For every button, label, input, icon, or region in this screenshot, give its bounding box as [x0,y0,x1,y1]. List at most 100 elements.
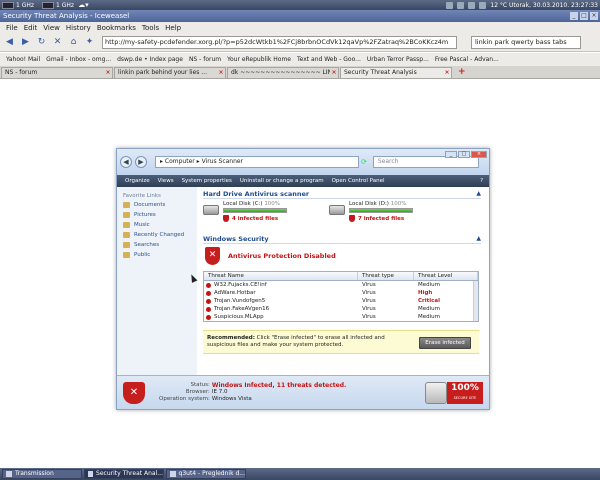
sidebar-item-music[interactable]: Music [123,222,197,228]
back-arrow-icon[interactable]: ◀ [120,156,132,168]
close-tab-icon[interactable]: × [443,68,451,78]
refresh-icon[interactable]: ⟳ [361,158,367,166]
threats-table: Threat Name Threat type Threat Level W32… [203,271,479,322]
tab[interactable]: dk ~~~~~~~~~~~~~~~~ LIN... × [227,67,339,78]
warning-shield-icon [349,215,355,222]
bookmark-item[interactable]: Gmail - Inbox - omg... [46,56,111,63]
sidebar-item-public[interactable]: Public [123,252,197,258]
favorite-links-pane: Favorite Links Documents Pictures Music … [117,187,197,375]
views-menu[interactable]: Views [158,178,174,184]
folder-icon [123,222,130,228]
maximize-button[interactable]: □ [458,151,470,158]
menu-edit[interactable]: Edit [24,24,38,32]
tray-icon[interactable] [457,1,465,9]
window-titlebar[interactable]: Security Threat Analysis - Iceweasel _ □… [0,10,600,22]
bookmark-item[interactable]: Yahoo! Mail [6,56,40,63]
table-row[interactable]: Trojan.Vundofgen5 Virus Critical [204,297,472,305]
table-row[interactable]: W32.Fujacks.CE!inf Virus Medium [204,281,472,289]
collapse-icon[interactable]: ▲ [476,189,481,198]
new-tab-icon[interactable]: + [458,67,466,78]
organize-menu[interactable]: Organize [125,178,150,184]
close-tab-icon[interactable]: × [217,68,225,78]
badge-percent: 100% [451,382,479,393]
status-panel: ✕ Status: Browser: Operation system: Win… [117,375,489,409]
recommendation-banner: Recommended: Click "Erase infected" to e… [203,330,479,354]
weather-icon[interactable]: ☁▾ [78,1,89,9]
system-properties-button[interactable]: System properties [182,178,232,184]
bookmark-icon[interactable]: ✦ [83,36,96,49]
sidebar-item-pictures[interactable]: Pictures [123,212,197,218]
taskbar-item-active[interactable]: Security Threat Anal... [84,469,164,479]
menu-bookmarks[interactable]: Bookmarks [97,24,136,32]
threat-level: Medium [418,282,440,288]
bookmarks-toolbar: Yahoo! Mail Gmail - Inbox - omg... dswp.… [0,53,600,66]
threat-name: W32.Fujacks.CE!inf [214,282,267,288]
menu-view[interactable]: View [43,24,60,32]
url-bar[interactable]: http://my-safety-pcdefender.xorg.pl/?p=p… [102,36,457,49]
close-button[interactable]: × [471,151,487,158]
threat-level: Critical [418,298,441,304]
app-icon [6,471,12,477]
secure-site-badge[interactable]: 100% SECURE SITE [425,381,483,404]
section-title-text: Windows Security [203,235,269,243]
erase-infected-button[interactable]: Erase infected [419,337,471,349]
control-panel-button[interactable]: Open Control Panel [332,178,385,184]
bookmark-item[interactable]: Urban Terror Passp... [367,56,429,63]
taskbar-item[interactable]: Transmission [2,469,82,479]
hard-drive-icon [203,205,219,215]
bookmark-item[interactable]: Text and Web - Goo... [297,56,361,63]
bookmark-item[interactable]: dswp.de • Index page [117,56,183,63]
menu-help[interactable]: Help [165,24,181,32]
tab[interactable]: linkin park behind your lies ... × [114,67,226,78]
minimize-button[interactable]: _ [445,151,457,158]
window-title: Security Threat Analysis - Iceweasel [3,12,130,20]
close-tab-icon[interactable]: × [330,68,338,78]
collapse-icon[interactable]: ▲ [476,234,481,243]
close-tab-icon[interactable]: × [104,68,112,78]
help-icon[interactable]: ? [480,178,483,184]
home-icon[interactable]: ⌂ [67,36,80,49]
threat-icon [206,306,211,312]
bookmark-item[interactable]: NS - forum [189,56,221,63]
column-header[interactable]: Threat Name [204,272,358,280]
forward-arrow-icon[interactable]: ▶ [135,156,147,168]
disk-percent: 100% [390,201,407,207]
close-button[interactable]: × [590,12,598,20]
clock[interactable]: 12 °C Utorak, 30.03.2010. 23:27:33 [490,2,598,9]
threat-type: Virus [362,306,376,312]
taskbar-label: q3ut4 - Preglednik d... [178,470,245,477]
tab-label: dk ~~~~~~~~~~~~~~~~ LIN... [231,69,330,76]
menu-tools[interactable]: Tools [142,24,159,32]
menu-file[interactable]: File [6,24,18,32]
table-row[interactable]: AdWare.Hotbar Virus High [204,289,472,297]
column-header[interactable]: Threat Level [414,272,478,280]
forward-arrow-icon[interactable]: ▶ [19,36,32,49]
tray-icon[interactable] [446,1,454,9]
threat-level: High [418,290,433,296]
maximize-button[interactable]: □ [580,12,588,20]
column-header[interactable]: Threat type [358,272,414,280]
sidebar-item-recently-changed[interactable]: Recently Changed [123,232,197,238]
bookmark-item[interactable]: Your eRepublik Home [227,56,291,63]
minimize-button[interactable]: _ [570,12,578,20]
search-input[interactable]: linkin park qwerty bass tabs [471,36,581,49]
breadcrumb[interactable]: ▸ Computer ▸ Virus Scanner [155,156,359,168]
back-arrow-icon[interactable]: ◀ [3,36,16,49]
stop-icon[interactable]: ✕ [51,36,64,49]
sidebar-item-documents[interactable]: Documents [123,202,197,208]
taskbar-item[interactable]: q3ut4 - Preglednik d... [166,469,246,479]
tray-icon[interactable] [479,1,487,9]
cpu-graph [42,1,55,9]
tab-label: NS - forum [5,69,38,76]
table-row[interactable]: Suspicious.MLApp Virus Medium [204,313,472,321]
table-scrollbar[interactable] [473,281,478,321]
tab-active[interactable]: Security Threat Analysis × [340,67,452,78]
tab[interactable]: NS - forum × [1,67,113,78]
tray-icon[interactable] [468,1,476,9]
sidebar-item-searches[interactable]: Searches [123,242,197,248]
bookmark-item[interactable]: Free Pascal - Advan... [435,56,499,63]
menu-history[interactable]: History [66,24,91,32]
table-row[interactable]: Trojan.FakeAVgen16 Virus Medium [204,305,472,313]
uninstall-button[interactable]: Uninstall or change a program [240,178,324,184]
reload-icon[interactable]: ↻ [35,36,48,49]
